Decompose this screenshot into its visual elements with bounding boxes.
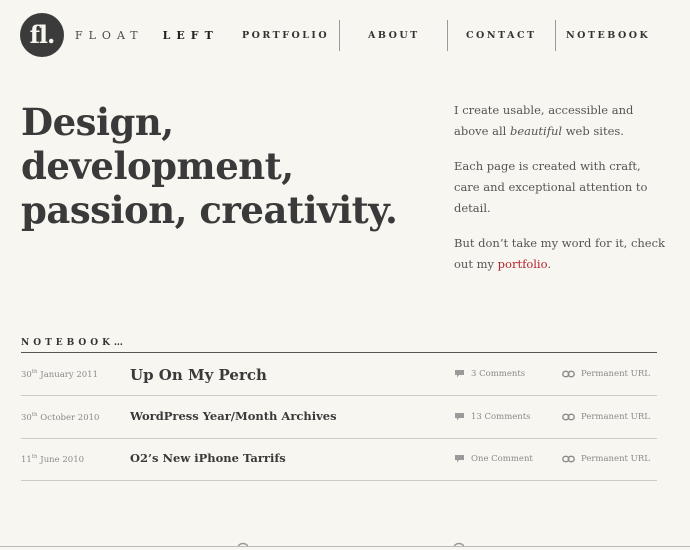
nav-portfolio[interactable]: PORTFOLIO xyxy=(242,20,329,51)
nav-contact[interactable]: CONTACT xyxy=(466,20,537,51)
entry-permalink[interactable]: Permanent URL xyxy=(562,412,650,422)
notebook-entry: 11th June 2010 O2’s New iPhone Tarrifs O… xyxy=(21,438,657,481)
date-month-year: January 2011 xyxy=(37,369,98,380)
entry-date: 11th June 2010 xyxy=(21,454,84,465)
date-month-year: June 2010 xyxy=(37,454,85,465)
entry-comments-link[interactable]: 3 Comments xyxy=(454,369,525,379)
entry-date: 30th January 2011 xyxy=(21,369,98,380)
comments-label: 13 Comments xyxy=(471,412,531,422)
logo-wordmark[interactable]: FLOAT LEFT xyxy=(75,29,219,42)
date-day: 30 xyxy=(21,369,32,380)
intro-text-part: web sites. xyxy=(562,124,624,138)
entry-title-link[interactable]: O2’s New iPhone Tarrifs xyxy=(130,451,286,465)
footer-divider xyxy=(0,546,690,547)
footer-ornament-icon xyxy=(238,542,248,547)
nav-divider xyxy=(555,20,556,51)
chain-link-icon xyxy=(562,370,575,377)
chain-link-icon xyxy=(562,413,575,420)
hero-line: Design, xyxy=(21,100,174,144)
permalink-label: Permanent URL xyxy=(581,369,650,379)
nav-divider xyxy=(447,20,448,51)
entry-permalink[interactable]: Permanent URL xyxy=(562,454,650,464)
entry-date: 30th October 2010 xyxy=(21,412,99,423)
logo-word-float: FLOAT xyxy=(75,29,144,42)
hero-headline: Design, development, passion, creativity… xyxy=(21,100,441,232)
entry-comments-link[interactable]: 13 Comments xyxy=(454,412,531,422)
intro-emphasis: beautiful xyxy=(509,124,563,138)
entry-permalink[interactable]: Permanent URL xyxy=(562,369,650,379)
entry-title-link[interactable]: Up On My Perch xyxy=(130,366,267,384)
intro-paragraph: Each page is created with craft, care an… xyxy=(454,159,648,215)
intro-text-part: . xyxy=(547,257,551,271)
notebook-heading: NOTEBOOK… xyxy=(21,338,127,348)
nav-notebook[interactable]: NOTEBOOK xyxy=(566,20,650,51)
entry-comments-link[interactable]: One Comment xyxy=(454,454,533,464)
date-month-year: October 2010 xyxy=(37,412,100,423)
comments-label: One Comment xyxy=(471,454,533,464)
speech-bubble-icon xyxy=(455,455,464,463)
date-day: 30 xyxy=(21,412,32,423)
logo-mark[interactable]: fl. xyxy=(20,13,64,57)
chain-link-icon xyxy=(562,455,575,462)
nav-about[interactable]: ABOUT xyxy=(368,20,420,51)
speech-bubble-icon xyxy=(455,370,464,378)
footer-ornament-icon xyxy=(454,542,464,547)
intro-text: I create usable, accessible and above al… xyxy=(454,100,669,289)
nav-divider xyxy=(339,20,340,51)
speech-bubble-icon xyxy=(455,413,464,421)
intro-text-part: But don’t take my word for it, check out… xyxy=(454,236,666,271)
intro-paragraph: But don’t take my word for it, check out… xyxy=(454,233,669,275)
logo-word-left: LEFT xyxy=(162,29,219,42)
date-day: 11 xyxy=(21,454,32,465)
notebook-entry: 30th October 2010 WordPress Year/Month A… xyxy=(21,396,657,439)
notebook-entry: 30th January 2011 Up On My Perch 3 Comme… xyxy=(21,353,657,396)
portfolio-link[interactable]: portfolio xyxy=(498,257,548,271)
permalink-label: Permanent URL xyxy=(581,412,650,422)
comments-label: 3 Comments xyxy=(471,369,526,379)
permalink-label: Permanent URL xyxy=(581,454,650,464)
hero-line: passion, creativity. xyxy=(21,188,398,232)
intro-paragraph: I create usable, accessible and above al… xyxy=(454,100,669,142)
entry-title-link[interactable]: WordPress Year/Month Archives xyxy=(130,409,337,423)
hero-line: development, xyxy=(21,144,294,188)
